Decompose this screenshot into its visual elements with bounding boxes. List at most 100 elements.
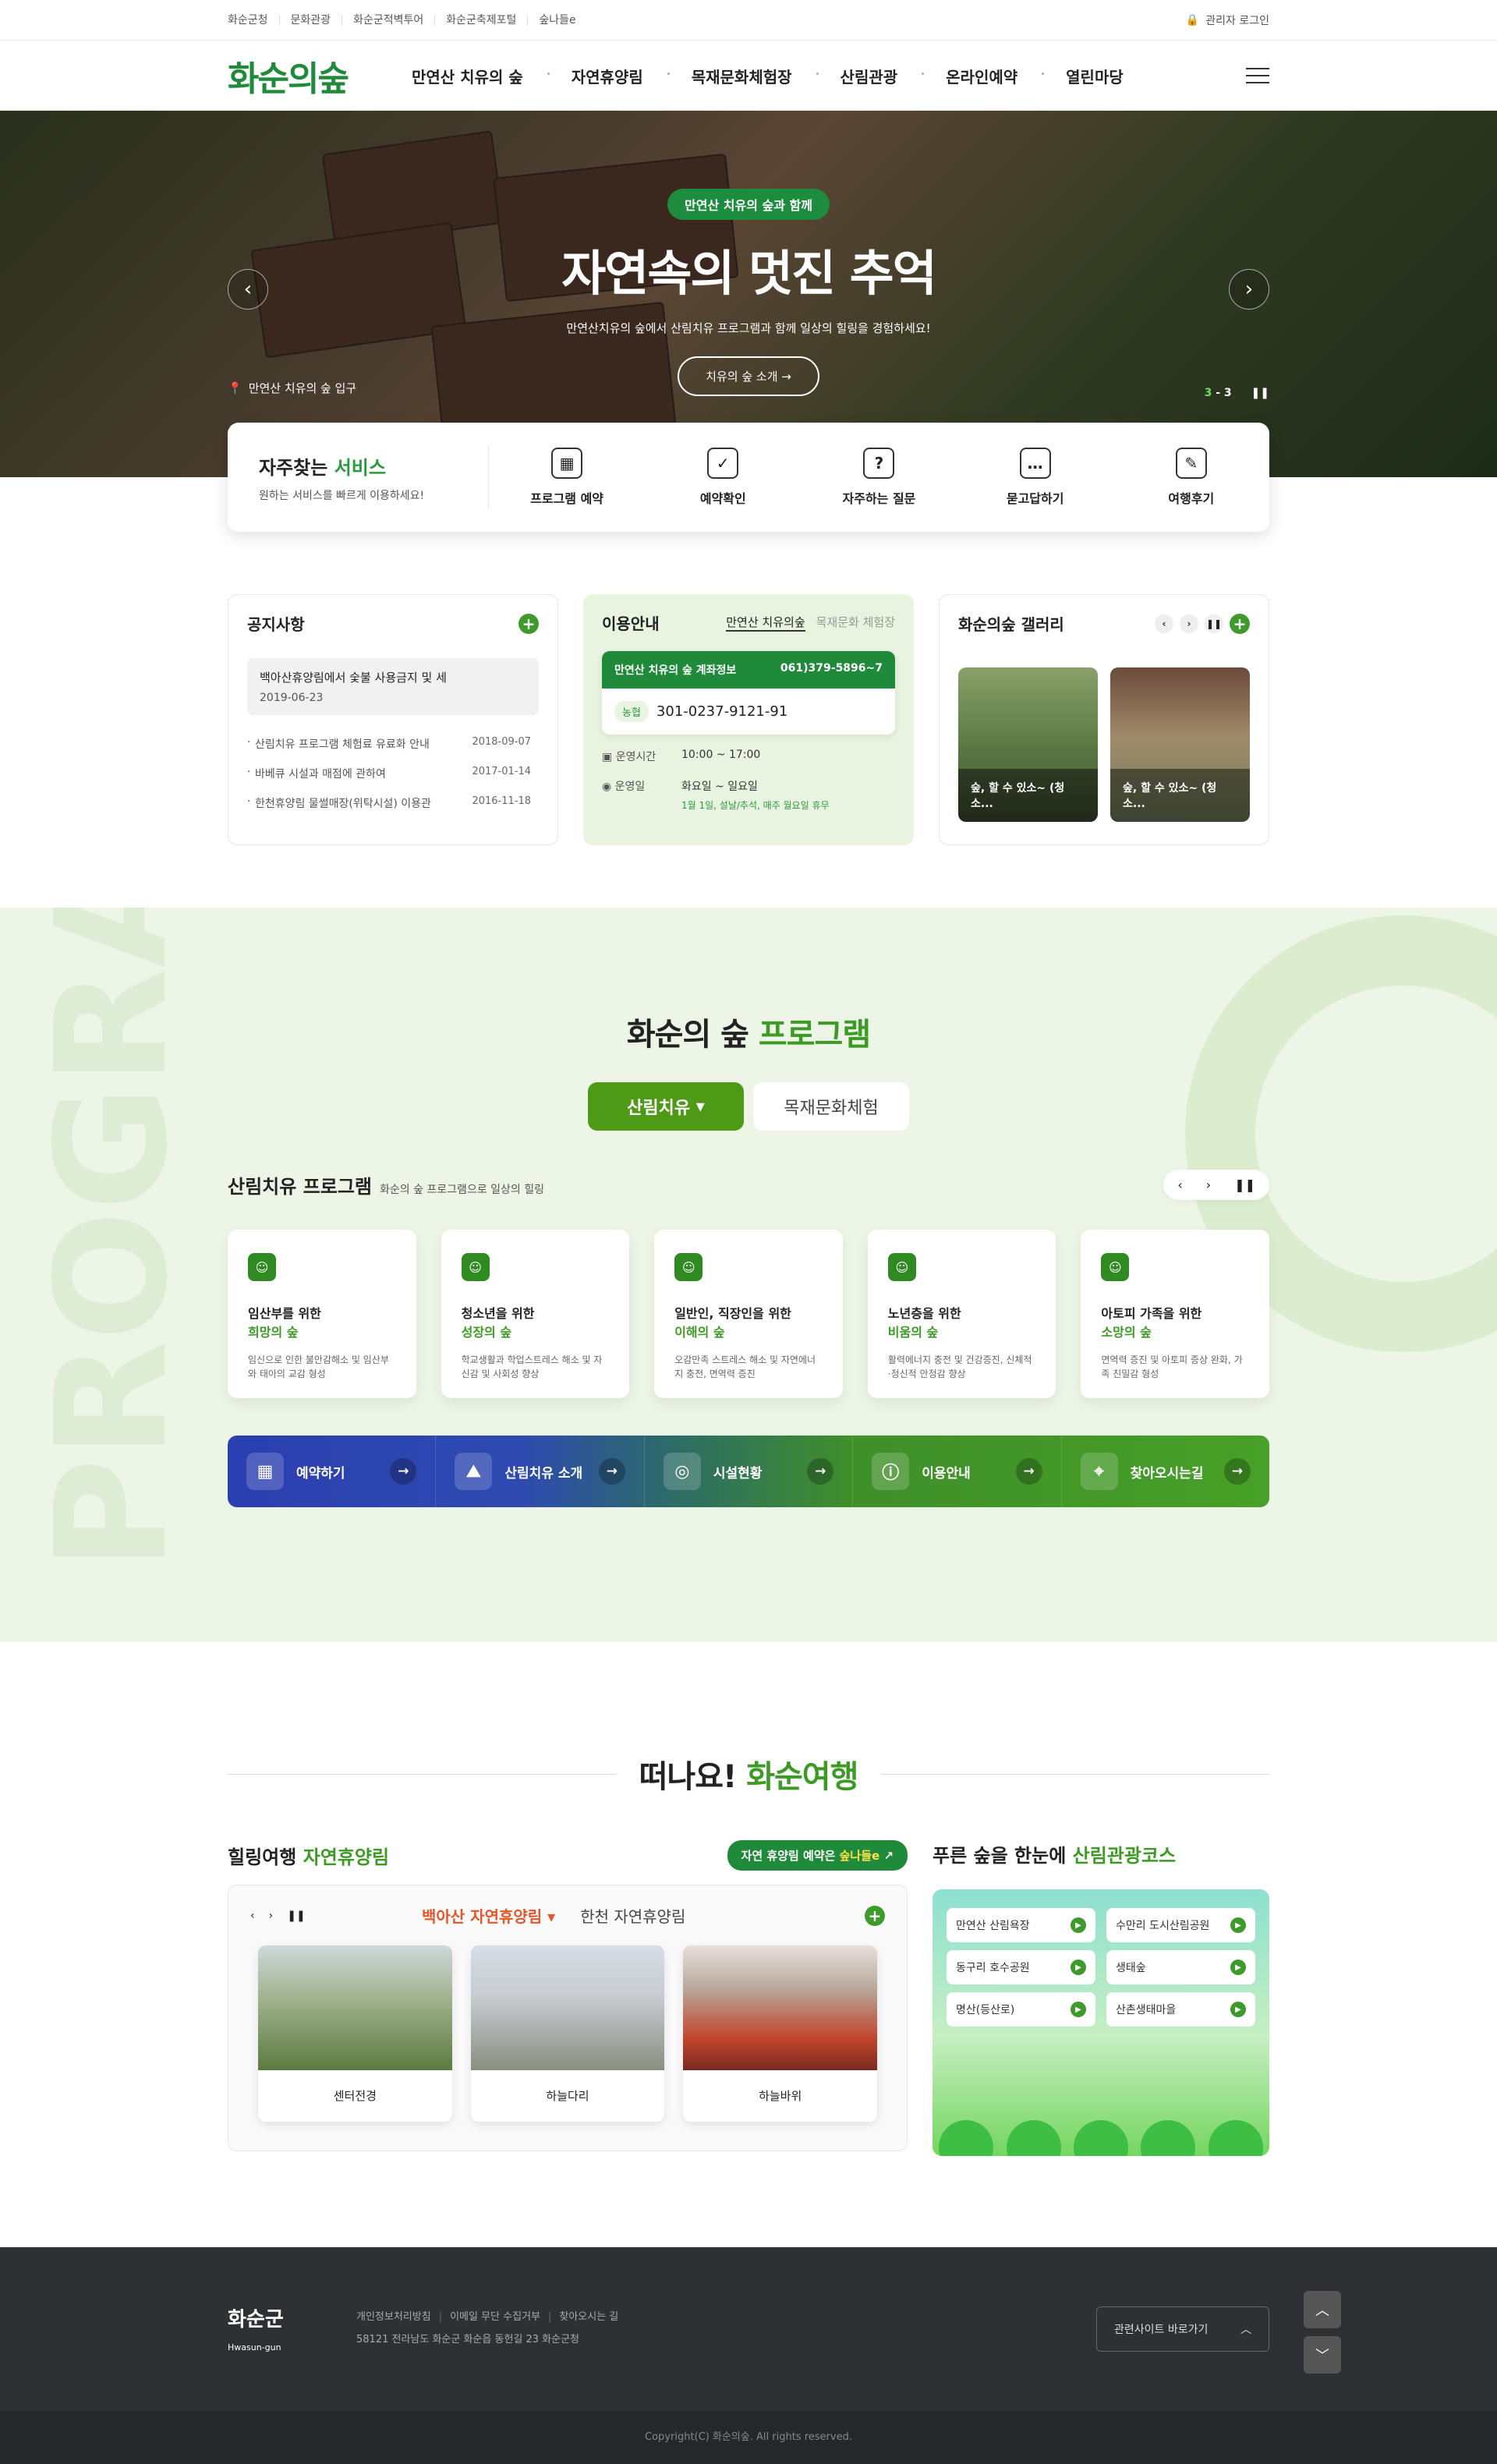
tab-baekasan[interactable]: 백아산 자연휴양림 ▾: [422, 1904, 555, 1927]
hero-intro-button[interactable]: 치유의 숲 소개 →: [678, 356, 819, 396]
prev-icon[interactable]: ‹: [1155, 614, 1173, 633]
usage-box: 이용안내 만연산 치유의숲 목재문화 체험장 만연산 치유의 숲 계좌정보 061…: [583, 594, 914, 845]
shortcut-facilities[interactable]: ◎ 시설현황 →: [645, 1436, 854, 1507]
next-slide-icon[interactable]: ›: [1229, 269, 1269, 310]
quick-item-review[interactable]: ✎ 여행후기: [1125, 448, 1258, 507]
arrow-right-icon: →: [807, 1458, 834, 1485]
clock-icon: ▣ 운영시간: [602, 751, 656, 763]
shortcut-usage[interactable]: ⓘ 이용안내 →: [853, 1436, 1062, 1507]
notice-box: 공지사항 + 백아산휴양림에서 숯불 사용금지 및 세 2019-06-23 산림…: [228, 594, 558, 845]
admin-login-link[interactable]: 🔒 관리자 로그인: [1186, 12, 1269, 28]
notice-item[interactable]: 한천휴양림 물썰매장(위탁시설) 이용관2016-11-18: [247, 788, 539, 818]
lock-icon: 🔒: [1185, 14, 1200, 27]
course-button[interactable]: 생태숲 ▶: [1106, 1950, 1255, 1984]
photo-card[interactable]: 하늘다리: [470, 1945, 665, 2122]
main-menu: 만연산 치유의 숲 자연휴양림 목재문화체험장 산림관광 온라인예약 열린마당: [388, 65, 1246, 87]
usage-title: 이용안내: [602, 614, 660, 633]
reserve-badge[interactable]: 자연 휴양림 예약은 숲나들e ↗: [727, 1840, 908, 1871]
prev-icon[interactable]: ‹: [250, 1910, 255, 1922]
program-shortcut-bar: ▦ 예약하기 → ⛰ 산림치유 소개 → ◎ 시설현황 → ⓘ 이용안내 → ⌖ 찾아오시는길 →: [228, 1436, 1269, 1507]
hero-pagination: 3 - 3 ❚❚: [1204, 387, 1269, 399]
plus-icon[interactable]: +: [1230, 613, 1250, 634]
plus-icon[interactable]: +: [865, 1905, 885, 1926]
notice-featured[interactable]: 백아산휴양림에서 숯불 사용금지 및 세 2019-06-23: [247, 658, 539, 715]
quick-item-faq[interactable]: ? 자주하는 질문: [812, 448, 945, 507]
pause-icon[interactable]: ❚❚: [1234, 1177, 1255, 1192]
menu-item[interactable]: 목재문화체험장: [667, 65, 816, 87]
course-button[interactable]: 산촌생태마을 ▶: [1106, 1992, 1255, 2027]
quick-item-program-reservation[interactable]: ▦ 프로그램 예약: [501, 448, 633, 507]
gallery-item[interactable]: 숲, 할 수 있소~ (청소...: [1110, 667, 1250, 822]
main-header: 화순의숲 만연산 치유의 숲 자연휴양림 목재문화체험장 산림관광 온라인예약 …: [0, 41, 1497, 111]
tab-hancheon[interactable]: 한천 자연휴양림: [580, 1904, 685, 1927]
program-card[interactable]: ☺ 노년층을 위한 비움의 숲 활력에너지 충전 및 건강증진, 신체적 ·정신적 안…: [867, 1230, 1056, 1398]
program-card[interactable]: ☺ 청소년을 위한 성장의 숲 학교생활과 학업스트레스 해소 및 자신감 및 사회성…: [441, 1230, 630, 1398]
prev-slide-icon[interactable]: ‹: [228, 269, 268, 310]
shortcut-reservation[interactable]: ▦ 예약하기 →: [228, 1436, 437, 1507]
quick-item-reservation-check[interactable]: ✓ 예약확인: [656, 448, 789, 507]
scroll-down-icon[interactable]: ﹀: [1304, 2336, 1341, 2374]
course-button[interactable]: 만연산 산림욕장 ▶: [947, 1908, 1095, 1942]
prev-icon[interactable]: ‹: [1177, 1177, 1182, 1192]
plus-icon[interactable]: +: [518, 613, 539, 634]
footer-link[interactable]: 이메일 무단 수집거부: [431, 2311, 540, 2323]
tour-right-title: 푸른 숲을 한눈에 산림관광코스: [933, 1845, 1177, 1867]
quick-item-qna[interactable]: … 묻고답하기: [969, 448, 1102, 507]
footer-link[interactable]: 개인정보처리방침: [356, 2311, 431, 2323]
photo-card[interactable]: 센터전경: [258, 1945, 452, 2122]
notice-item[interactable]: 바베큐 시설과 매점에 관하여2017-01-14: [247, 759, 539, 788]
account-card: 만연산 치유의 숲 계좌정보 061)379-5896~7 농협 301-0237-…: [602, 651, 895, 735]
tab-wood-culture[interactable]: 목재문화체험: [753, 1082, 909, 1131]
tab-forest-healing[interactable]: 산림치유 ▾: [588, 1082, 744, 1131]
shortcut-directions[interactable]: ⌖ 찾아오시는길 →: [1062, 1436, 1269, 1507]
util-link[interactable]: 화순군축제포털: [434, 15, 527, 26]
menu-item[interactable]: 온라인예약: [922, 65, 1042, 87]
hero-badge: 만연산 치유의 숲과 함께: [667, 189, 830, 220]
program-card[interactable]: ☺ 일반인, 직장인을 위한 이해의 숲 오감만족 스트레스 해소 및 자연에너지 충…: [654, 1230, 843, 1398]
course-button[interactable]: 수만리 도시산림공원 ▶: [1106, 1908, 1255, 1942]
faq-icon: ?: [863, 448, 895, 479]
util-link[interactable]: 화순군청: [228, 15, 279, 26]
menu-item[interactable]: 자연휴양림: [547, 65, 667, 87]
review-icon: ✎: [1175, 448, 1207, 479]
hamburger-menu-icon[interactable]: [1246, 68, 1269, 83]
footer-link[interactable]: 찾아오시는 길: [540, 2311, 618, 2323]
related-sites-select[interactable]: 관련사이트 바로가기 ︿: [1096, 2306, 1269, 2352]
program-card[interactable]: ☺ 임산부를 위한 희망의 숲 임신으로 인한 불안감해소 및 임산부와 태아의 교감…: [228, 1230, 416, 1398]
shortcut-intro[interactable]: ⛰ 산림치유 소개 →: [436, 1436, 645, 1507]
arrow-right-icon: →: [598, 1458, 625, 1485]
pause-icon[interactable]: ❚❚: [1205, 614, 1223, 633]
footer-logo: 화순군 Hwasun-gun: [228, 2307, 284, 2352]
admin-login-label: 관리자 로그인: [1205, 15, 1269, 27]
program-card[interactable]: ☺ 아토피 가족을 위한 소망의 숲 면역력 증진 및 아토피 증상 완화, 가족 친…: [1081, 1230, 1269, 1398]
scroll-up-icon[interactable]: ︿: [1304, 2291, 1341, 2328]
util-link[interactable]: 문화관광: [278, 15, 342, 26]
tab-healing-forest[interactable]: 만연산 치유의숲: [726, 614, 805, 632]
footer-address: 58121 전라남도 화순군 화순읍 동헌길 23 화순군청: [356, 2334, 580, 2345]
next-icon[interactable]: ›: [1180, 614, 1198, 633]
calendar-icon: ▦: [246, 1453, 284, 1490]
next-icon[interactable]: ›: [269, 1910, 274, 1922]
notice-item[interactable]: 산림치유 프로그램 체험료 유료화 안내2018-09-07: [247, 729, 539, 759]
gallery-title: 화순의숲 갤러리: [958, 615, 1064, 634]
pause-icon[interactable]: ❚❚: [287, 1910, 305, 1922]
photo-card[interactable]: 하늘바위: [683, 1945, 878, 2122]
course-button[interactable]: 동구리 호수공원 ▶: [947, 1950, 1095, 1984]
tab-wood-culture[interactable]: 목재문화 체험장: [816, 614, 895, 632]
program-title: 화순의 숲 프로그램: [626, 1017, 871, 1053]
menu-item[interactable]: 산림관광: [816, 65, 922, 87]
gallery-item[interactable]: 숲, 할 수 있소~ (청소...: [958, 667, 1098, 822]
tour-title: 떠나요! 화순여행: [639, 1759, 859, 1795]
chevron-up-icon: ︿: [1240, 2324, 1251, 2336]
play-icon: ▶: [1230, 1917, 1246, 1933]
menu-item[interactable]: 열린마당: [1042, 65, 1148, 87]
menu-item[interactable]: 만연산 치유의 숲: [388, 65, 547, 87]
util-link[interactable]: 숲나들e: [527, 15, 586, 26]
course-button[interactable]: 명산(등산로) ▶: [947, 1992, 1095, 2027]
pause-icon[interactable]: ❚❚: [1251, 387, 1269, 399]
util-link[interactable]: 화순군적벽투어: [342, 15, 434, 26]
map-pin-icon: 📍: [228, 381, 242, 395]
next-icon[interactable]: ›: [1206, 1177, 1211, 1192]
site-logo[interactable]: 화순의숲: [228, 51, 388, 101]
play-icon: ▶: [1071, 1960, 1086, 1975]
